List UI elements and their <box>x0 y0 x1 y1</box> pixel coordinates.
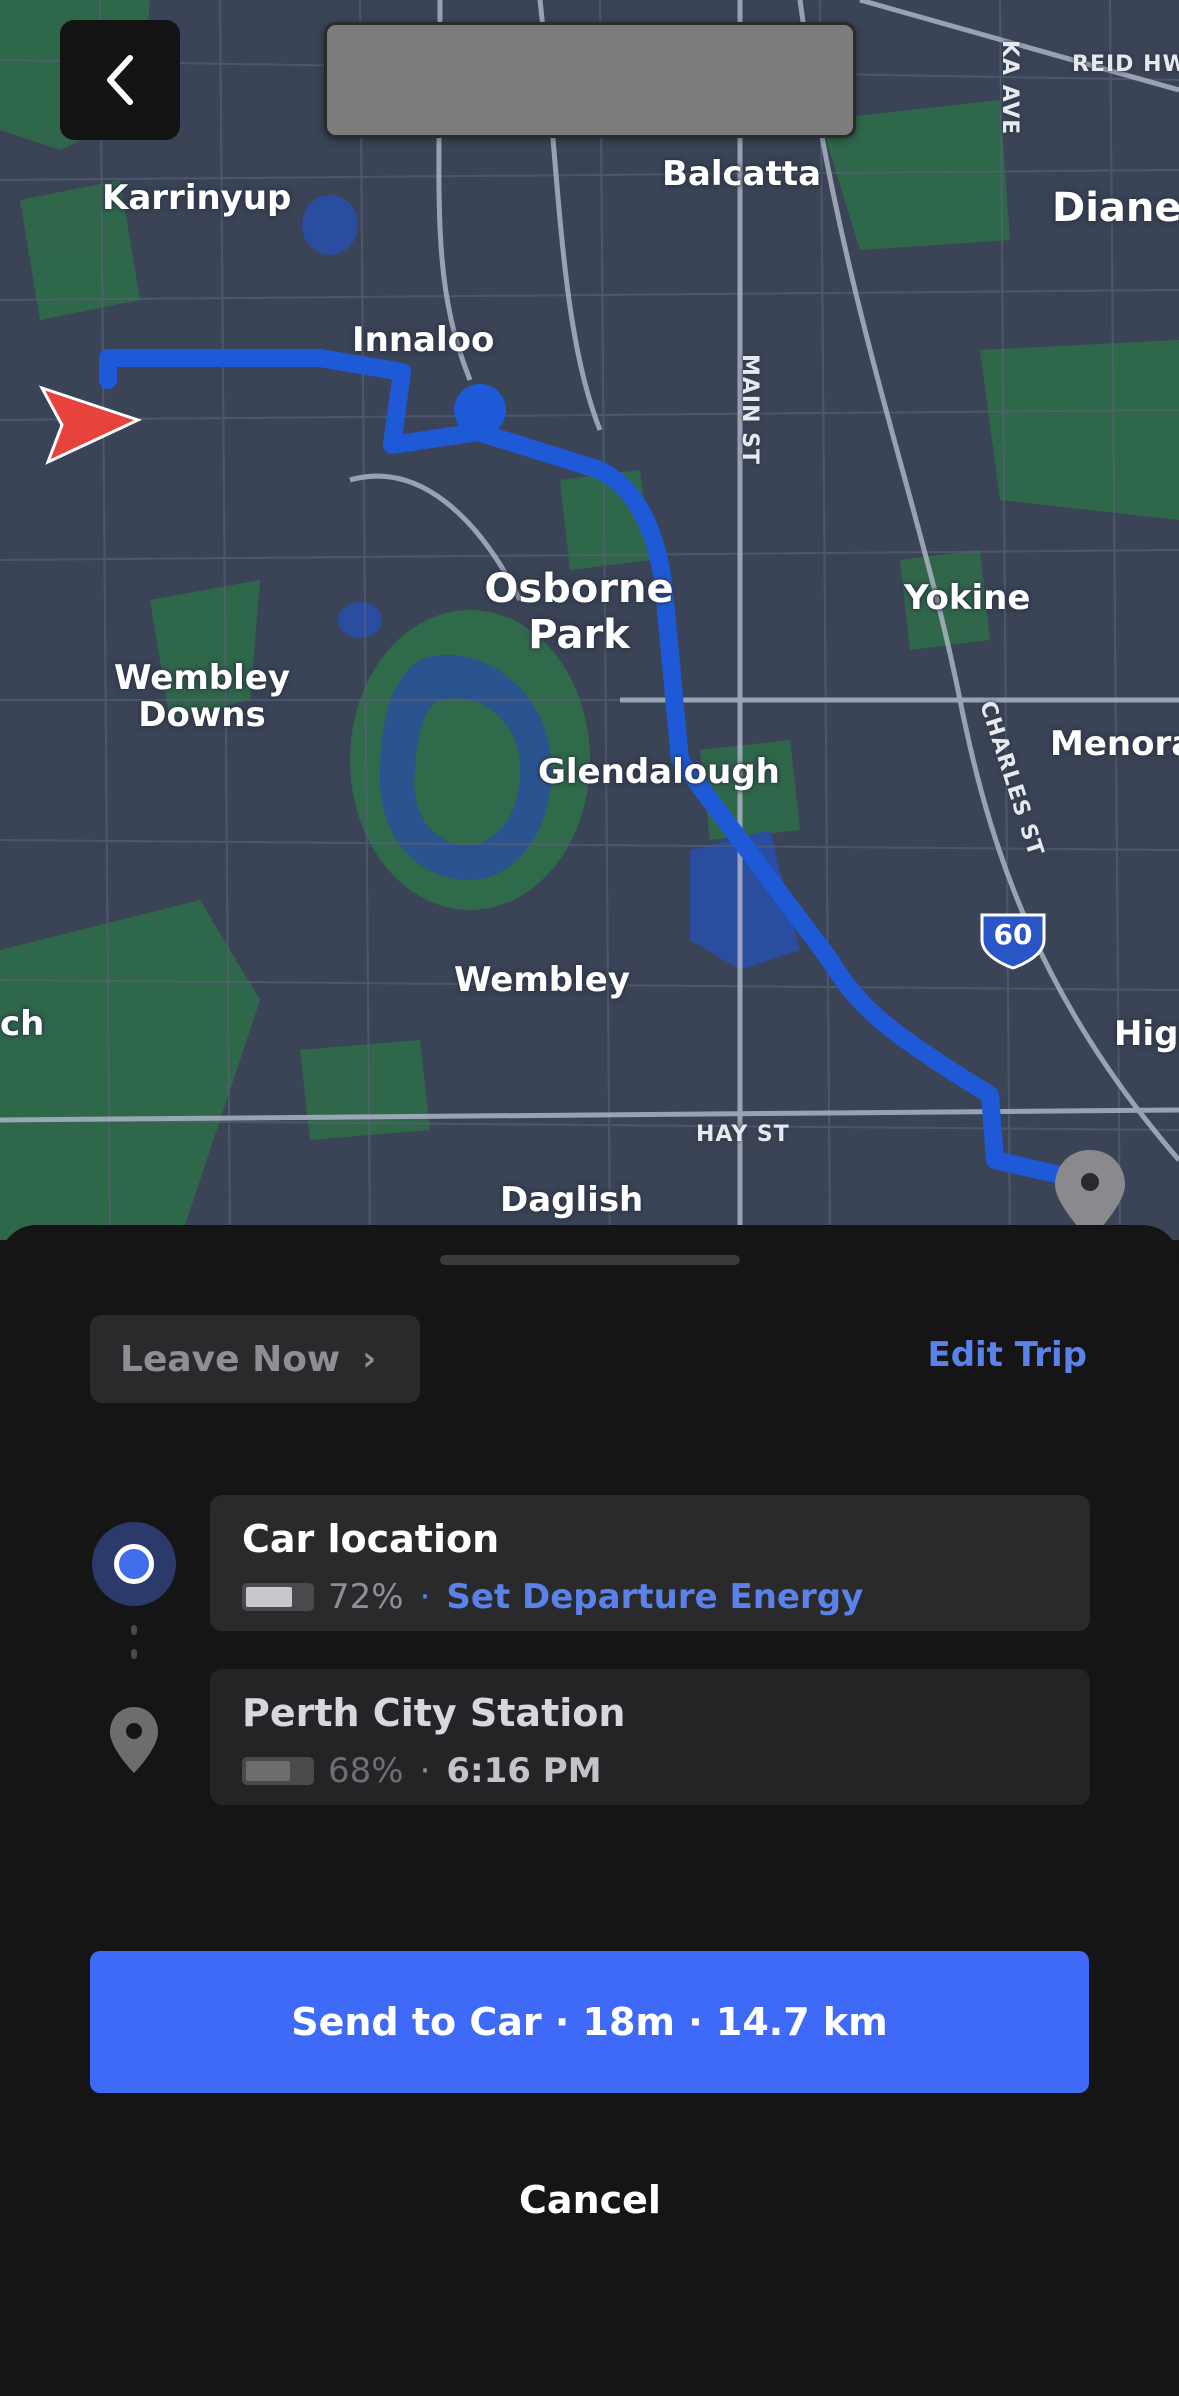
leave-now-button[interactable]: Leave Now › <box>90 1315 420 1403</box>
destination-pin-icon <box>110 1707 158 1773</box>
origin-battery-text: 72% <box>328 1577 404 1617</box>
connector-dot <box>131 1649 137 1659</box>
separator: · <box>419 1751 431 1791</box>
cancel-button[interactable]: Cancel <box>390 2165 790 2235</box>
suburb-label: High <box>1114 1014 1179 1054</box>
suburb-label: Menora <box>1050 724 1179 764</box>
origin-name: Car location <box>242 1517 500 1561</box>
route-map[interactable]: Karrinyup Balcatta Dianel Innaloo Osborn… <box>0 0 1179 1240</box>
suburb-label: Wembley Downs <box>114 658 290 736</box>
suburb-label: Dianel <box>1052 185 1179 231</box>
origin-meta: 72% · Set Departure Energy <box>242 1577 1058 1617</box>
destination-name: Perth City Station <box>242 1691 626 1735</box>
suburb-label: Osborne Park <box>484 566 674 658</box>
battery-icon <box>242 1757 314 1785</box>
suburb-label: Innaloo <box>352 320 495 360</box>
origin-card[interactable]: Car location 72% · Set Departure Energy <box>210 1495 1090 1631</box>
battery-fill <box>246 1761 290 1781</box>
battery-icon <box>242 1583 314 1611</box>
destination-meta: 68% · 6:16 PM <box>242 1751 1058 1791</box>
destination-card[interactable]: Perth City Station 68% · 6:16 PM <box>210 1669 1090 1805</box>
edit-trip-link[interactable]: Edit Trip <box>927 1335 1087 1375</box>
highway-shield-label: 60 <box>993 918 1033 951</box>
battery-fill <box>246 1587 293 1607</box>
trip-sheet: Leave Now › Edit Trip Car location 72% ·… <box>0 1225 1179 2396</box>
street-label: HAY ST <box>696 1122 790 1147</box>
set-departure-energy-link[interactable]: Set Departure Energy <box>446 1577 863 1617</box>
sheet-grabber[interactable] <box>440 1255 740 1265</box>
suburb-label: Glendalough <box>538 752 780 792</box>
leave-now-label: Leave Now <box>120 1338 341 1380</box>
separator: · <box>419 1577 431 1617</box>
back-button[interactable] <box>60 20 180 140</box>
send-to-car-button[interactable]: Send to Car · 18m · 14.7 km <box>90 1951 1089 2093</box>
suburb-label: Daglish <box>500 1180 644 1220</box>
suburb-label: Yokine <box>904 578 1031 618</box>
arrival-time: 6:16 PM <box>446 1751 602 1791</box>
street-label: MAIN ST <box>737 354 762 466</box>
street-label: REID HW <box>1072 52 1179 77</box>
trip-planner-screen: Karrinyup Balcatta Dianel Innaloo Osborn… <box>0 0 1179 2396</box>
destination-battery-text: 68% <box>328 1751 404 1791</box>
suburb-label: ch <box>0 1004 45 1044</box>
chevron-right-icon: › <box>362 1339 377 1379</box>
origin-marker-icon <box>92 1522 176 1606</box>
redacted-title <box>324 22 856 138</box>
suburb-label: Wembley <box>454 960 630 1000</box>
connector-dot <box>131 1625 137 1635</box>
suburb-label: Karrinyup <box>102 178 292 218</box>
suburb-label: Balcatta <box>662 154 822 194</box>
street-label: KA AVE <box>997 40 1022 136</box>
chevron-left-icon <box>107 55 133 105</box>
